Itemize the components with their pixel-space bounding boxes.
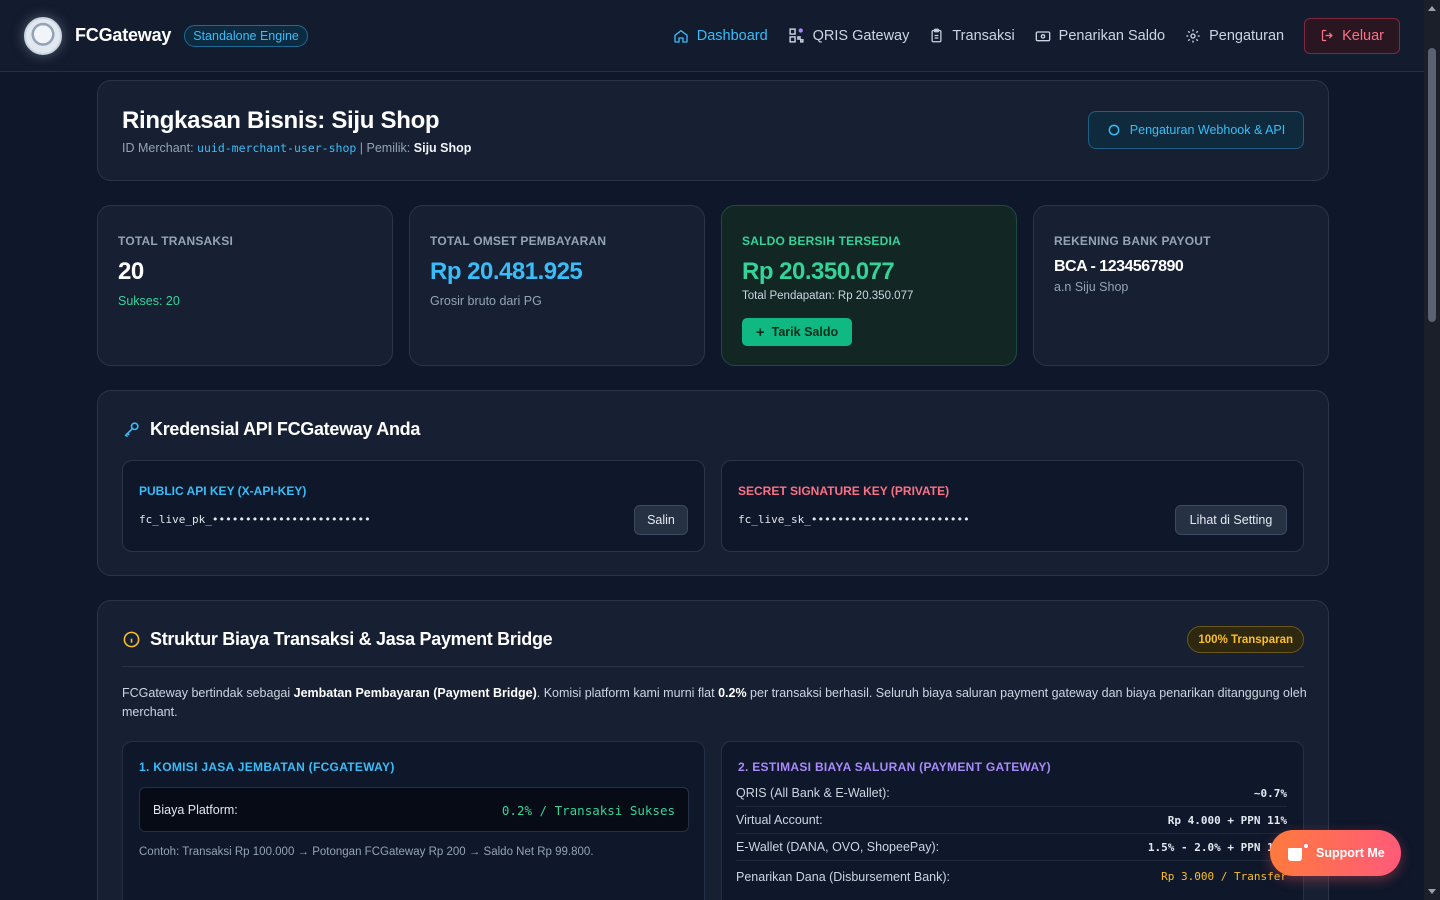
fee-row-label: Penarikan Dana (Disbursement Bank): [736, 869, 950, 884]
channel-fee-list: QRIS (All Bank & E-Wallet): ~0.7% Virtua… [720, 780, 1303, 900]
nav-pengaturan[interactable]: Pengaturan [1185, 28, 1284, 44]
merchant-meta: ID Merchant: uuid-merchant-user-shop | P… [122, 141, 471, 155]
nav-pengaturan-label: Pengaturan [1209, 27, 1285, 44]
fee-row-value: ~0.7% [1253, 786, 1287, 800]
secret-key-label: SECRET SIGNATURE KEY (PRIVATE) [738, 484, 950, 498]
nav-dashboard[interactable]: Dashboard [673, 28, 768, 44]
copy-button[interactable]: Salin [634, 505, 688, 535]
stat-value: 20 [118, 258, 144, 285]
platform-fee-row: Biaya Platform: 0.2% / Transaksi Sukses [139, 787, 689, 832]
brand[interactable]: FCGateway Standalone Engine [24, 16, 308, 55]
stat-total-omset: TOTAL OMSET PEMBAYARAN Rp 20.481.925 Gro… [409, 205, 705, 366]
nav-penarikan-saldo[interactable]: Penarikan Saldo [1035, 28, 1165, 44]
fee-row-label: Virtual Account: [736, 813, 823, 827]
stat-value: Rp 20.350.077 [742, 258, 895, 285]
channel-fees-title: 2. ESTIMASI BIAYA SALURAN (PAYMENT GATEW… [738, 760, 1051, 774]
public-key-label: PUBLIC API KEY (X-API-KEY) [139, 484, 307, 498]
withdraw-label: Tarik Saldo [771, 325, 839, 339]
scroll-up-arrow-icon[interactable] [1428, 6, 1436, 11]
brand-name: FCGateway [75, 25, 172, 45]
credentials-title: Kredensial API FCGateway Anda [150, 419, 421, 439]
section-title: Kredensial API FCGateway Anda [122, 419, 420, 440]
fees-description: FCGateway bertindak sebagai Jembatan Pem… [122, 686, 1307, 719]
fee-row-value: Rp 4.000 + PPN 11% [1167, 813, 1287, 827]
stat-sub: a.n Siju Shop [1054, 280, 1129, 294]
nav-links: Dashboard QRIS Gateway Transaksi Penarik… [653, 17, 1400, 54]
nav-penarikan-label: Penarikan Saldo [1058, 27, 1166, 44]
scroll-down-arrow-icon[interactable] [1428, 889, 1436, 894]
fee-row-disbursement: Penarikan Dana (Disbursement Bank): Rp 3… [736, 863, 1287, 890]
key-icon [124, 422, 139, 438]
transparent-badge: 100% Transparan [1187, 626, 1304, 653]
stat-total-transaksi: TOTAL TRANSAKSI 20 Sukses: 20 [97, 205, 393, 366]
scrollbar-thumb[interactable] [1428, 48, 1436, 322]
plus-icon: + [755, 323, 765, 341]
api-credentials-card: Kredensial API FCGateway Anda PUBLIC API… [97, 390, 1329, 576]
logout-icon [1321, 29, 1333, 42]
stat-value: Rp 20.481.925 [430, 258, 583, 285]
owner-name: Siju Shop [413, 141, 472, 155]
nav-qris-gateway[interactable]: QRIS Gateway [788, 27, 910, 44]
business-summary-card: Ringkasan Bisnis: Siju Shop ID Merchant:… [97, 80, 1329, 181]
stat-label: TOTAL TRANSAKSI [118, 234, 234, 248]
nav-transaksi[interactable]: Transaksi [929, 27, 1015, 44]
wallet-icon [1035, 30, 1051, 41]
meta-separator: | [359, 141, 364, 155]
secret-key-box: SECRET SIGNATURE KEY (PRIVATE) fc_live_s… [721, 460, 1304, 552]
logout-button[interactable]: Keluar [1304, 17, 1400, 54]
withdraw-button[interactable]: + Tarik Saldo [742, 318, 852, 346]
info-icon [123, 631, 140, 648]
fees-title: Struktur Biaya Transaksi & Jasa Payment … [150, 629, 553, 649]
engine-badge: Standalone Engine [184, 24, 308, 47]
platform-fee-label: Biaya Platform: [153, 803, 238, 817]
support-me-label: Support Me [1316, 846, 1385, 860]
fee-row-label: E-Wallet (DANA, OVO, ShopeePay): [736, 840, 940, 854]
fee-row-value: 1.5% - 2.0% + PPN 11% [1147, 840, 1287, 854]
commission-example: Contoh: Transaksi Rp 100.000 → Potongan … [139, 846, 594, 858]
fee-row-label: QRIS (All Bank & E-Wallet): [736, 786, 890, 800]
fee-row-va: Virtual Account: Rp 4.000 + PPN 11% [736, 807, 1287, 834]
gear-icon [1108, 124, 1120, 136]
stat-sub: Total Pendapatan: Rp 20.350.077 [742, 290, 914, 302]
coffee-cup-icon [1288, 842, 1310, 861]
logo [24, 16, 62, 55]
stat-value: BCA - 1234567890 [1054, 258, 1184, 275]
stat-saldo-bersih: SALDO BERSIH TERSEDIA Rp 20.350.077 Tota… [721, 205, 1017, 366]
gear-icon [1186, 28, 1200, 43]
webhook-settings-label: Pengaturan Webhook & API [1129, 123, 1286, 137]
webhook-settings-button[interactable]: Pengaturan Webhook & API [1088, 111, 1304, 149]
secret-key-value[interactable]: fc_live_sk_•••••••••••••••••••••••• [738, 513, 970, 526]
page-title: Ringkasan Bisnis: Siju Shop [122, 107, 440, 134]
nav-dashboard-label: Dashboard [696, 27, 768, 44]
page-scrollbar[interactable] [1424, 0, 1440, 900]
commission-card: 1. KOMISI JASA JEMBATAN (FCGATEWAY) Biay… [122, 741, 705, 900]
stat-sub: Sukses: 20 [118, 294, 180, 308]
nav-transaksi-label: Transaksi [952, 27, 1015, 44]
home-icon [674, 29, 688, 43]
qr-code-icon [789, 28, 804, 43]
top-navbar: FCGateway Standalone Engine Dashboard QR… [0, 0, 1424, 72]
commission-title: 1. KOMISI JASA JEMBATAN (FCGATEWAY) [139, 760, 395, 774]
fee-row-qris: QRIS (All Bank & E-Wallet): ~0.7% [736, 780, 1287, 807]
clipboard-icon [931, 28, 942, 43]
platform-fee-value: 0.2% / Transaksi Sukses [501, 803, 675, 818]
stat-sub: Grosir bruto dari PG [430, 294, 542, 308]
stat-rekening-bank: REKENING BANK PAYOUT BCA - 1234567890 a.… [1033, 205, 1329, 366]
stat-label: TOTAL OMSET PEMBAYARAN [430, 234, 607, 248]
merchant-id-label: ID Merchant: [122, 141, 194, 155]
logout-label: Keluar [1342, 27, 1384, 44]
support-me-button[interactable]: Support Me [1270, 830, 1401, 876]
section-title: Struktur Biaya Transaksi & Jasa Payment … [122, 629, 553, 650]
fee-row-value: Rp 3.000 / Transfer [1161, 870, 1287, 883]
nav-qris-label: QRIS Gateway [812, 27, 910, 44]
fee-row-ewallet: E-Wallet (DANA, OVO, ShopeePay): 1.5% - … [736, 834, 1287, 861]
public-key-value[interactable]: fc_live_pk_•••••••••••••••••••••••• [139, 513, 371, 526]
view-settings-button[interactable]: Lihat di Setting [1175, 505, 1287, 535]
stat-label: SALDO BERSIH TERSEDIA [742, 234, 901, 248]
merchant-id: uuid-merchant-user-shop [197, 141, 357, 155]
stat-label: REKENING BANK PAYOUT [1054, 234, 1211, 248]
divider [122, 666, 1304, 667]
owner-label: Pemilik: [366, 141, 411, 155]
public-key-box: PUBLIC API KEY (X-API-KEY) fc_live_pk_••… [122, 460, 705, 552]
